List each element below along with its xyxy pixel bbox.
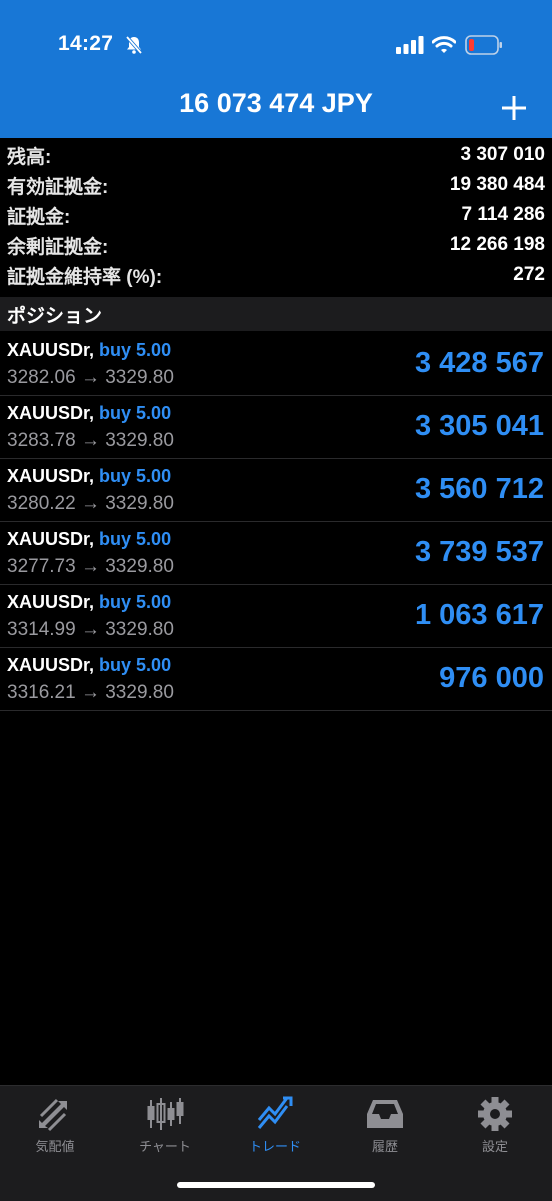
tab-settings[interactable]: 設定 xyxy=(440,1086,550,1161)
summary-row-margin: 証拠金: 7 114 286 xyxy=(0,200,552,230)
position-prices: 3277.73 → 3329.80 xyxy=(7,556,174,577)
quotes-arrows-icon xyxy=(35,1096,75,1132)
position-profit: 3 305 041 xyxy=(414,410,544,442)
position-symbol: XAUUSDr, xyxy=(7,592,95,612)
tab-label: 履歴 xyxy=(371,1139,398,1154)
position-symbol: XAUUSDr, xyxy=(7,529,95,549)
position-profit: 3 739 537 xyxy=(414,536,544,568)
position-symbol: XAUUSDr, xyxy=(7,403,95,423)
summary-value: 3 307 010 xyxy=(460,144,545,165)
position-prices: 3316.21 → 3329.80 xyxy=(7,682,174,703)
position-direction: buy 5.00 xyxy=(99,340,172,360)
position-symbol: XAUUSDr, xyxy=(7,340,95,360)
status-time: 14:27 xyxy=(58,32,114,55)
home-indicator[interactable] xyxy=(177,1182,375,1188)
summary-label: 証拠金維持率 (%): xyxy=(7,266,163,288)
position-direction: buy 5.00 xyxy=(99,592,172,612)
summary-value: 19 380 484 xyxy=(449,174,545,195)
tab-history[interactable]: 履歴 xyxy=(330,1086,440,1161)
position-profit: 1 063 617 xyxy=(414,599,544,631)
summary-label: 余剰証拠金: xyxy=(7,236,109,258)
status-bar: 14:27 xyxy=(0,0,552,90)
summary-value: 272 xyxy=(513,264,545,285)
tab-quotes[interactable]: 気配値 xyxy=(0,1086,110,1161)
summary-value: 7 114 286 xyxy=(461,204,545,225)
tab-label: トレード xyxy=(248,1139,301,1154)
position-direction: buy 5.00 xyxy=(99,655,172,675)
position-symbol-line: XAUUSDr, buy 5.00 xyxy=(7,403,171,424)
summary-label: 証拠金: xyxy=(7,206,71,228)
position-symbol-line: XAUUSDr, buy 5.00 xyxy=(7,529,171,550)
position-profit: 3 560 712 xyxy=(414,473,544,505)
candlestick-chart-icon xyxy=(145,1096,185,1132)
position-symbol-line: XAUUSDr, buy 5.00 xyxy=(7,655,171,676)
plus-icon[interactable] xyxy=(500,94,528,127)
position-symbol-line: XAUUSDr, buy 5.00 xyxy=(7,340,171,361)
summary-label: 残高: xyxy=(7,146,52,168)
history-tray-icon xyxy=(365,1096,405,1132)
position-prices: 3280.22 → 3329.80 xyxy=(7,493,174,514)
top-bar: 14:27 16 073 474 JPY xyxy=(0,0,552,138)
tab-label: チャート xyxy=(139,1139,191,1154)
cellular-signal-icon xyxy=(396,36,424,59)
summary-row-equity: 有効証拠金: 19 380 484 xyxy=(0,170,552,200)
position-row[interactable]: XAUUSDr, buy 5.00 3280.22 → 3329.80 3 56… xyxy=(0,459,552,522)
position-symbol: XAUUSDr, xyxy=(7,655,95,675)
summary-label: 有効証拠金: xyxy=(7,176,109,198)
summary-row-free-margin: 余剰証拠金: 12 266 198 xyxy=(0,230,552,260)
battery-low-icon xyxy=(465,35,503,60)
account-summary: 残高: 3 307 010 有効証拠金: 19 380 484 証拠金: 7 1… xyxy=(0,140,552,290)
position-symbol-line: XAUUSDr, buy 5.00 xyxy=(7,466,171,487)
position-row[interactable]: XAUUSDr, buy 5.00 3316.21 → 3329.80 976 … xyxy=(0,648,552,711)
gear-icon xyxy=(475,1096,515,1132)
position-prices: 3314.99 → 3329.80 xyxy=(7,619,174,640)
bell-slash-icon xyxy=(124,35,144,60)
position-profit: 976 000 xyxy=(439,662,544,694)
tab-label: 気配値 xyxy=(35,1139,75,1154)
trade-line-icon xyxy=(255,1096,295,1132)
position-row[interactable]: XAUUSDr, buy 5.00 3277.73 → 3329.80 3 73… xyxy=(0,522,552,585)
position-profit: 3 428 567 xyxy=(414,347,544,379)
position-prices: 3283.78 → 3329.80 xyxy=(7,430,174,451)
tab-trade[interactable]: トレード xyxy=(220,1086,330,1161)
positions-section-header: ポジション xyxy=(0,297,552,331)
position-row[interactable]: XAUUSDr, buy 5.00 3282.06 → 3329.80 3 42… xyxy=(0,333,552,396)
account-equity-title: 16 073 474 JPY xyxy=(179,88,373,118)
tab-chart[interactable]: チャート xyxy=(110,1086,220,1161)
position-direction: buy 5.00 xyxy=(99,466,172,486)
summary-row-margin-level: 証拠金維持率 (%): 272 xyxy=(0,260,552,290)
summary-row-balance: 残高: 3 307 010 xyxy=(0,140,552,170)
position-row[interactable]: XAUUSDr, buy 5.00 3283.78 → 3329.80 3 30… xyxy=(0,396,552,459)
position-row[interactable]: XAUUSDr, buy 5.00 3314.99 → 3329.80 1 06… xyxy=(0,585,552,648)
tab-label: 設定 xyxy=(481,1139,508,1154)
position-symbol-line: XAUUSDr, buy 5.00 xyxy=(7,592,171,613)
position-prices: 3282.06 → 3329.80 xyxy=(7,367,174,388)
positions-list: XAUUSDr, buy 5.00 3282.06 → 3329.80 3 42… xyxy=(0,333,552,711)
position-direction: buy 5.00 xyxy=(99,529,172,549)
wifi-icon xyxy=(431,35,457,59)
position-symbol: XAUUSDr, xyxy=(7,466,95,486)
summary-value: 12 266 198 xyxy=(449,234,545,255)
position-direction: buy 5.00 xyxy=(99,403,172,423)
